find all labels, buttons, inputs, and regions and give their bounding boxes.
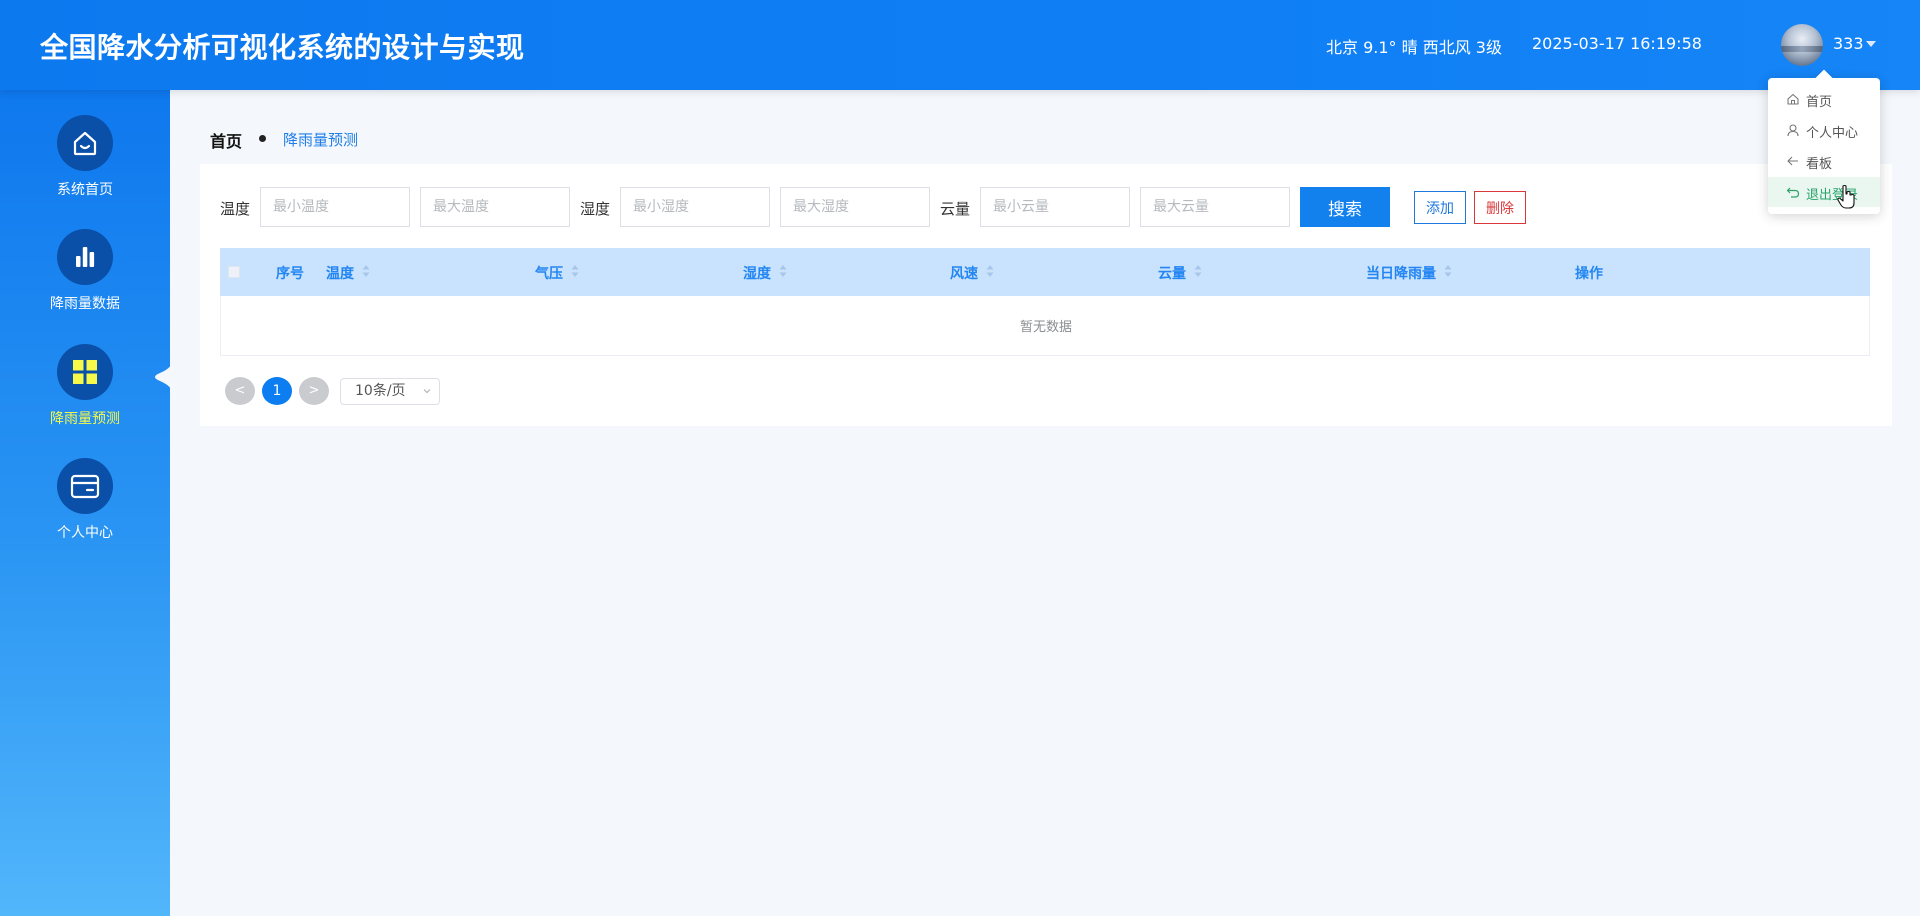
- sidebar-item-home[interactable]: 系统首页: [0, 115, 170, 215]
- menu-item-dashboard[interactable]: 看板: [1768, 146, 1880, 176]
- arrow-left-icon: [1787, 156, 1798, 166]
- max-temperature-input[interactable]: [420, 187, 570, 227]
- min-temperature-input[interactable]: [260, 187, 410, 227]
- max-cloud-input[interactable]: [1140, 187, 1290, 227]
- min-humidity-input[interactable]: [620, 187, 770, 227]
- prev-page-button[interactable]: <: [225, 377, 255, 405]
- menu-item-label: 看板: [1806, 157, 1833, 172]
- sidebar-item-label: 降雨量预测: [50, 411, 120, 427]
- wallet-icon: [57, 458, 113, 514]
- menu-item-logout[interactable]: 退出登录: [1768, 177, 1880, 207]
- chevron-down-icon: [423, 389, 431, 394]
- column-temperature[interactable]: 温度: [326, 263, 354, 283]
- sort-icon[interactable]: [779, 264, 787, 278]
- sidebar-item-rainfall-forecast[interactable]: 降雨量预测: [0, 344, 170, 444]
- weather-info: 北京 9.1° 晴 西北风 3级: [1326, 38, 1502, 57]
- table-header: 序号 温度 气压 湿度 风速 云量 当日降雨量 操作: [220, 248, 1870, 296]
- table-body: 暂无数据: [220, 296, 1870, 356]
- caret-down-icon[interactable]: [1866, 41, 1876, 47]
- breadcrumb-separator: [259, 135, 266, 142]
- breadcrumb-home[interactable]: 首页: [210, 128, 242, 152]
- column-daily-rainfall[interactable]: 当日降雨量: [1366, 263, 1436, 283]
- sidebar-item-label: 降雨量数据: [50, 296, 120, 312]
- active-indicator: [155, 357, 174, 397]
- max-humidity-input[interactable]: [780, 187, 930, 227]
- delete-button[interactable]: 删除: [1474, 191, 1526, 224]
- avatar[interactable]: [1781, 24, 1823, 66]
- bar-chart-icon: [57, 229, 113, 285]
- breadcrumb-current: 降雨量预测: [283, 131, 359, 149]
- sort-icon[interactable]: [1444, 264, 1452, 278]
- home-outline-icon: [1787, 93, 1799, 105]
- menu-item-profile[interactable]: 个人中心: [1768, 115, 1880, 145]
- hand-cursor-icon: [1837, 184, 1855, 209]
- empty-state-text: 暂无数据: [1019, 320, 1072, 335]
- next-page-button[interactable]: >: [299, 377, 329, 405]
- username[interactable]: 333: [1833, 34, 1864, 53]
- page-size-value: 10条/页: [355, 383, 406, 399]
- column-humidity[interactable]: 湿度: [743, 263, 771, 283]
- user-dropdown-menu: 首页 个人中心 看板 退出登录: [1768, 78, 1880, 214]
- page-size-select[interactable]: 10条/页: [340, 378, 440, 405]
- cloud-label: 云量: [940, 200, 971, 218]
- sort-icon[interactable]: [986, 264, 994, 278]
- column-actions: 操作: [1575, 266, 1603, 282]
- menu-item-label: 首页: [1806, 95, 1833, 110]
- current-datetime: 2025-03-17 16:19:58: [1532, 34, 1702, 53]
- main-panel: 温度 湿度 云量 搜索 添加 删除 序号 温度 气压 湿度 风速 云量 当日降雨…: [200, 164, 1892, 426]
- sidebar-item-profile[interactable]: 个人中心: [0, 458, 170, 558]
- humidity-label: 湿度: [580, 200, 611, 218]
- sort-icon[interactable]: [571, 264, 579, 278]
- add-button[interactable]: 添加: [1414, 191, 1466, 224]
- sidebar: 系统首页 降雨量数据 降雨量预测 个人中心: [0, 90, 174, 916]
- column-wind-speed[interactable]: 风速: [950, 263, 978, 283]
- temperature-label: 温度: [220, 200, 251, 218]
- user-icon: [1787, 124, 1799, 137]
- sidebar-item-label: 个人中心: [57, 525, 113, 541]
- sort-icon[interactable]: [1194, 264, 1202, 278]
- top-header: 全国降水分析可视化系统的设计与实现 北京 9.1° 晴 西北风 3级 2025-…: [0, 0, 1920, 90]
- menu-item-label: 个人中心: [1806, 126, 1859, 141]
- grid-icon: [57, 344, 113, 400]
- page-number-button[interactable]: 1: [262, 377, 292, 405]
- column-cloud[interactable]: 云量: [1158, 263, 1186, 283]
- app-title: 全国降水分析可视化系统的设计与实现: [40, 31, 525, 64]
- column-index: 序号: [276, 266, 304, 282]
- sidebar-item-rainfall-data[interactable]: 降雨量数据: [0, 229, 170, 329]
- menu-item-home[interactable]: 首页: [1768, 84, 1880, 114]
- search-button[interactable]: 搜索: [1300, 187, 1390, 227]
- sidebar-item-label: 系统首页: [57, 182, 113, 198]
- sort-icon[interactable]: [362, 264, 370, 278]
- column-pressure[interactable]: 气压: [535, 263, 563, 283]
- min-cloud-input[interactable]: [980, 187, 1130, 227]
- select-all-checkbox[interactable]: [228, 266, 240, 278]
- home-icon: [57, 115, 113, 171]
- logout-icon: [1786, 187, 1800, 198]
